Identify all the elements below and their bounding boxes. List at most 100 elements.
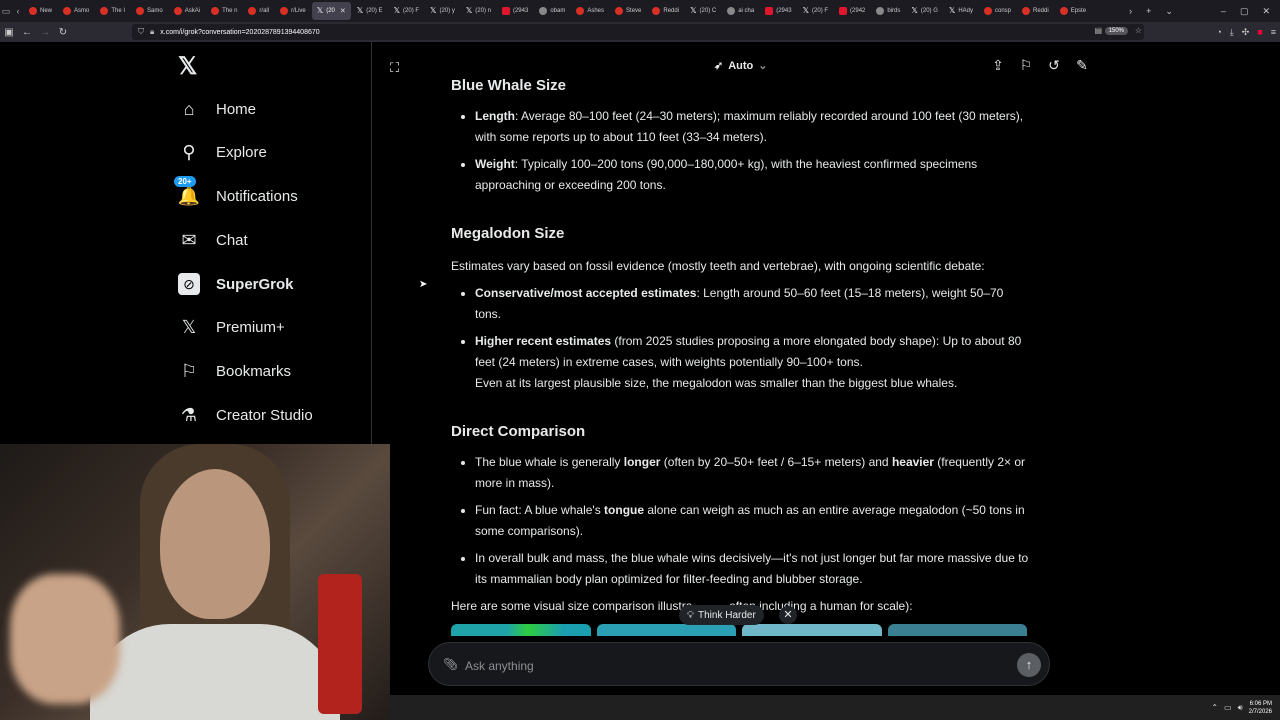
tab-label: The I	[111, 8, 126, 14]
send-button[interactable]: ↑	[1017, 653, 1041, 677]
reader-view-icon[interactable]: ▤	[1094, 26, 1102, 35]
browser-tab[interactable]: 𝕏 (20) n	[461, 2, 496, 20]
sidebar-item-label: Home	[216, 100, 257, 118]
browser-tab[interactable]: 𝕏 (20) G	[906, 2, 942, 20]
tab-label: ai cha	[738, 8, 755, 14]
sidebar-item-bookmarks[interactable]: ⚐ Bookmarks	[178, 360, 291, 382]
browser-tab[interactable]: Reddi	[1017, 2, 1054, 20]
sidebar-item-explore[interactable]: ⚲ Explore	[178, 141, 266, 163]
browser-tab[interactable]: 𝕏 (20 ✕	[311, 2, 351, 20]
tab-list-icon[interactable]: ▭	[0, 6, 12, 17]
thumbnail-image[interactable]	[742, 624, 882, 636]
browser-tab[interactable]: Samo	[131, 2, 168, 20]
url-text[interactable]: x.com/i/grok?conversation=20202878913944…	[160, 29, 319, 36]
history-icon[interactable]: ↺	[1046, 57, 1062, 74]
megalodon-list: Conservative/most accepted estimates: Le…	[451, 283, 1031, 394]
thumbnail-image[interactable]	[451, 624, 591, 636]
system-clock[interactable]: 6:06 PM 2/7/2026	[1249, 700, 1272, 716]
sidebar-item-supergrok[interactable]: ⊘ SuperGrok	[178, 273, 294, 295]
browser-tab[interactable]: The I	[95, 2, 130, 20]
new-chat-icon[interactable]: ✎	[1074, 57, 1090, 74]
star-icon[interactable]: ☆	[1135, 26, 1142, 35]
browser-tab[interactable]: obam	[534, 2, 570, 20]
reddit-icon	[173, 7, 182, 15]
zoom-level[interactable]: 150%	[1104, 27, 1128, 35]
think-harder-button[interactable]: 💡︎ Think Harder	[679, 605, 764, 625]
youtube-icon	[839, 7, 848, 15]
minimize-icon[interactable]: –	[1221, 6, 1226, 16]
reddit-icon	[63, 7, 72, 15]
browser-tab[interactable]: 𝕏 (20) F	[389, 2, 424, 20]
lightbulb-icon: 💡︎	[687, 609, 694, 621]
menu-icon[interactable]: ≡	[1271, 27, 1276, 37]
browser-tab[interactable]: Asmo	[58, 2, 94, 20]
shield-icon[interactable]: ⛉	[138, 27, 144, 37]
browser-tab[interactable]: AskAi	[169, 2, 205, 20]
x-icon: 𝕏	[465, 6, 473, 15]
tab-menu-icon[interactable]: ⌄	[1165, 6, 1173, 17]
expand-icon[interactable]: ⛶	[390, 60, 399, 76]
volume-icon[interactable]: 🔊︎	[1238, 703, 1243, 713]
paperclip-icon[interactable]: 📎︎	[443, 657, 458, 671]
browser-tab[interactable]: 𝕏 HAdy	[944, 2, 978, 20]
browser-tab[interactable]: r/all	[243, 2, 274, 20]
browser-tab[interactable]: (2942	[834, 2, 870, 20]
browser-tab[interactable]: (2943	[497, 2, 533, 20]
sidebar-item-notifications[interactable]: 🔔 20+ Notifications	[174, 176, 298, 207]
x-icon: 𝕏	[181, 316, 197, 337]
sidebar-toggle-icon[interactable]: ▣	[0, 27, 18, 38]
network-icon[interactable]: ▭	[1224, 703, 1232, 712]
extensions-icon[interactable]: ✣	[1242, 27, 1250, 38]
ask-input[interactable]	[463, 655, 967, 677]
thumbnail-image[interactable]	[887, 624, 1027, 636]
tab-label: AskAi	[184, 8, 201, 14]
think-harder-label: Think Harder	[698, 609, 756, 621]
reload-icon[interactable]: ↻	[54, 27, 72, 38]
megalodon-note: Even at its largest plausible size, the …	[475, 376, 958, 390]
browser-tab[interactable]: Ashes	[571, 2, 609, 20]
pocket-icon[interactable]: ◔	[1216, 27, 1221, 37]
sidebar-item-chat[interactable]: ✉ Chat	[178, 229, 247, 251]
url-bar[interactable]: ⛉ 🔒︎ x.com/i/grok?conversation=202028789…	[132, 24, 1144, 40]
browser-tab[interactable]: New	[24, 2, 57, 20]
sidebar-item-home[interactable]: ⌂ Home	[178, 98, 256, 120]
close-icon[interactable]: ✕	[779, 606, 797, 624]
downloads-icon[interactable]: ⤓	[1230, 27, 1234, 38]
browser-tab[interactable]: 𝕏 (20) F	[798, 2, 833, 20]
browser-tab[interactable]: consp	[979, 2, 1016, 20]
maximize-icon[interactable]: ▢	[1240, 6, 1249, 17]
browser-tab[interactable]: 𝕏 (20) E	[352, 2, 388, 20]
sidebar-item-creator-studio[interactable]: ⚗ Creator Studio	[178, 404, 313, 426]
lock-icon[interactable]: 🔒︎	[150, 27, 154, 37]
sidebar-item-label: SuperGrok	[216, 275, 294, 293]
browser-tab[interactable]: (2943	[760, 2, 796, 20]
browser-tab[interactable]: ai cha	[722, 2, 759, 20]
x-logo-icon[interactable]: 𝕏	[178, 52, 197, 81]
forward-icon[interactable]: →	[36, 27, 54, 38]
scroll-tabs-right-icon[interactable]: ›	[1129, 6, 1132, 16]
browser-tab[interactable]: 𝕏 (20) y	[425, 2, 460, 20]
reddit-icon	[248, 7, 257, 15]
x-icon: 𝕏	[393, 6, 401, 15]
tray-chevron-icon[interactable]: ⌃	[1211, 703, 1218, 712]
scroll-tabs-left-icon[interactable]: ‹	[12, 6, 24, 16]
tab-label: Reddi	[663, 8, 680, 14]
browser-tab[interactable]: The n	[206, 2, 242, 20]
browser-tab[interactable]: Steve	[610, 2, 646, 20]
mode-selector[interactable]: ➶ Auto ⌄	[714, 59, 767, 73]
close-tab-icon[interactable]: ✕	[340, 7, 346, 15]
close-window-icon[interactable]: ✕	[1262, 6, 1270, 17]
new-tab-icon[interactable]: +	[1146, 6, 1151, 16]
sidebar-item-premium[interactable]: 𝕏 Premium+	[178, 316, 285, 338]
extension-icon[interactable]: ■	[1257, 27, 1262, 37]
section-title-blue-whale: Blue Whale Size	[451, 77, 567, 94]
browser-tab[interactable]: birds	[871, 2, 905, 20]
back-icon[interactable]: ←	[18, 27, 36, 38]
browser-tab[interactable]: Epste	[1055, 2, 1091, 20]
globe-icon	[727, 7, 736, 15]
browser-tab[interactable]: 𝕏 (20) C	[685, 2, 721, 20]
thumbnail-image[interactable]	[596, 624, 736, 636]
browser-tab[interactable]: r/Live	[275, 2, 311, 20]
list-item: Higher recent estimates (from 2025 studi…	[475, 331, 1031, 394]
browser-tab[interactable]: Reddi	[647, 2, 684, 20]
